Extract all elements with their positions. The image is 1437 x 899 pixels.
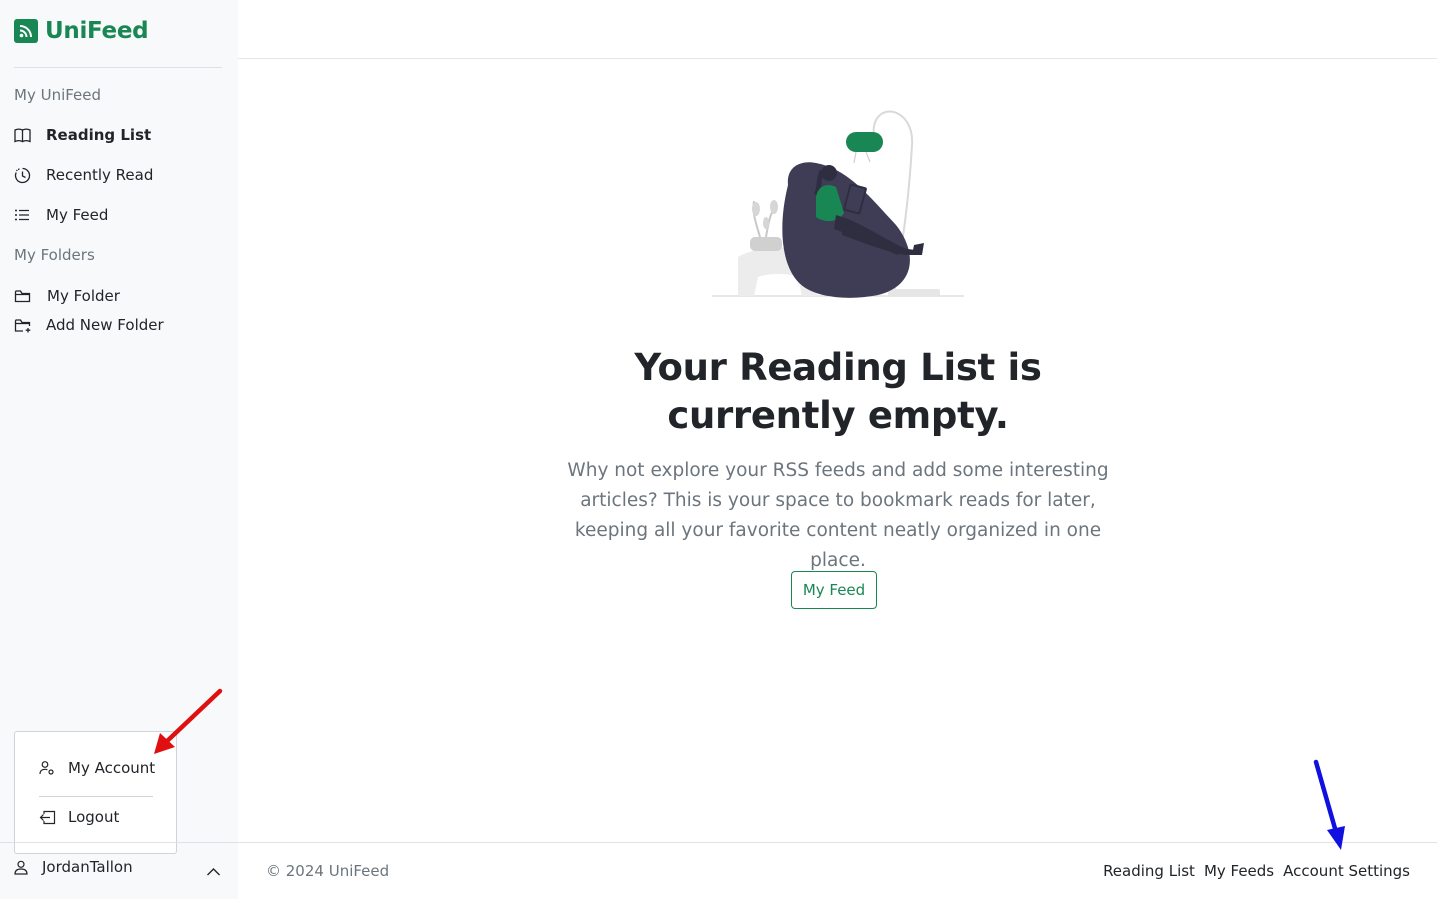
sidebar-folder-my-folder[interactable]: My Folder xyxy=(14,287,120,305)
sidebar-item-label: My Feed xyxy=(46,206,109,224)
folder-plus-icon xyxy=(14,318,46,333)
footer-link-reading-list[interactable]: Reading List xyxy=(1103,862,1195,880)
empty-state-description: Why not explore your RSS feeds and add s… xyxy=(567,460,1109,571)
sidebar-item-label: Reading List xyxy=(46,126,152,144)
person-gear-icon xyxy=(39,760,68,776)
copyright: © 2024 UniFeed xyxy=(266,862,390,880)
empty-state-title: Your Reading List is currently empty. xyxy=(634,346,1042,437)
box-arrow-left-icon xyxy=(39,810,68,825)
footer-link-account-settings[interactable]: Account Settings xyxy=(1283,862,1410,880)
account-menu-divider xyxy=(39,796,153,797)
section-label-my-unifeed: My UniFeed xyxy=(14,86,102,104)
my-account-menu-item[interactable]: My Account xyxy=(39,759,155,777)
logout-label: Logout xyxy=(68,808,120,826)
sidebar-folder-add-new[interactable]: Add New Folder xyxy=(14,316,164,334)
clock-history-icon xyxy=(14,167,46,184)
sidebar-folder-label: My Folder xyxy=(47,287,120,305)
sidebar-item-label: Recently Read xyxy=(46,166,154,184)
user-bar: JordanTallon xyxy=(0,842,238,899)
rss-icon xyxy=(14,19,38,43)
footer-link-my-feeds[interactable]: My Feeds xyxy=(1204,862,1274,880)
sidebar-divider xyxy=(14,67,222,68)
sidebar-item-reading-list[interactable]: Reading List xyxy=(14,126,151,144)
brand[interactable]: UniFeed xyxy=(14,18,149,44)
reading-illustration xyxy=(708,105,968,304)
footer-links: Reading List My Feeds Account Settings xyxy=(1103,862,1410,880)
sidebar: UniFeed My UniFeed Reading List Recently… xyxy=(0,0,238,899)
chevron-up-icon[interactable] xyxy=(206,862,221,881)
sidebar-folder-label: Add New Folder xyxy=(46,316,164,334)
folder-icon xyxy=(14,289,47,303)
book-icon xyxy=(14,127,46,143)
list-icon xyxy=(14,208,46,222)
sidebar-item-my-feed[interactable]: My Feed xyxy=(14,206,108,224)
top-bar xyxy=(238,0,1437,59)
brand-name: UniFeed xyxy=(45,18,149,44)
blue-arrow-annotation xyxy=(1313,759,1345,850)
footer: © 2024 UniFeed Reading List My Feeds Acc… xyxy=(238,842,1437,899)
sidebar-item-recently-read[interactable]: Recently Read xyxy=(14,166,153,184)
user-menu-toggle[interactable]: JordanTallon xyxy=(14,858,133,876)
logout-menu-item[interactable]: Logout xyxy=(39,808,119,826)
my-account-label: My Account xyxy=(68,759,156,777)
my-feed-button[interactable]: My Feed xyxy=(791,571,877,609)
person-icon xyxy=(14,860,42,875)
username: JordanTallon xyxy=(42,858,133,876)
section-label-my-folders: My Folders xyxy=(14,246,95,264)
account-dropdown-menu: My Account Logout xyxy=(14,731,177,854)
